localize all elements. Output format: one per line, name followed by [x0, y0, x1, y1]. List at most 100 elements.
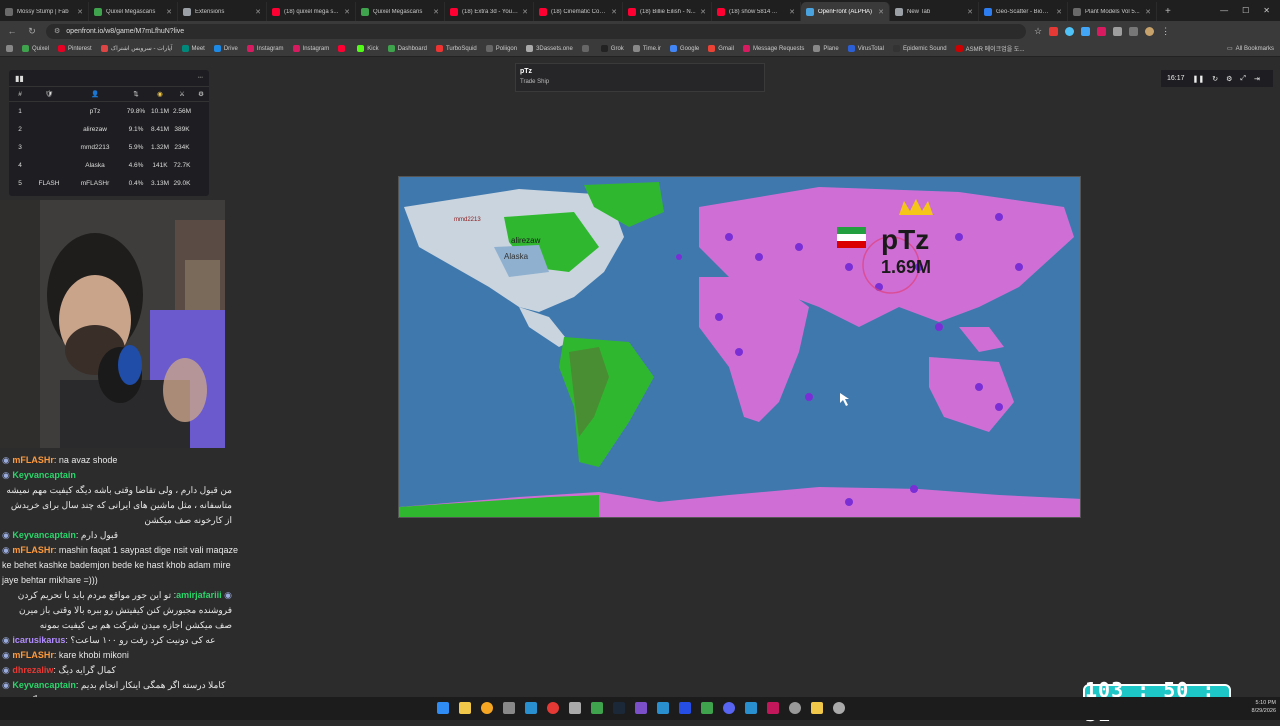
bookmark-item[interactable]: آپارات - سرویس اشتراک [100, 44, 173, 53]
leaderboard-row[interactable]: 3 mmd2213 5.9% 1.32M 234K [9, 138, 209, 156]
tab-close-icon[interactable]: ✕ [878, 8, 884, 16]
extension-icon[interactable] [1049, 26, 1059, 36]
chat-username[interactable]: mFLASHr [12, 455, 54, 465]
chat-username[interactable]: mFLASHr [12, 545, 54, 555]
taskbar-app-icon[interactable] [833, 702, 845, 714]
bookmark-item[interactable]: TurboSquid [435, 44, 477, 53]
maximize-icon[interactable]: ☐ [1242, 6, 1249, 15]
world-map[interactable]: pTz 1.69M alirezaw Alaska mmd2213 [398, 176, 1081, 518]
bookmark-item[interactable]: Quixel [22, 44, 49, 53]
bookmark-item[interactable] [581, 44, 592, 53]
tab-close-icon[interactable]: ✕ [700, 8, 706, 16]
tab-close-icon[interactable]: ✕ [166, 8, 172, 16]
search-icon[interactable] [481, 702, 493, 714]
browser-tab[interactable]: Plant Models Vol 5... ✕ [1068, 2, 1157, 21]
bookmark-item[interactable]: Plane [813, 44, 839, 53]
taskbar-app-icon[interactable] [745, 702, 757, 714]
taskbar-app-icon[interactable] [701, 702, 713, 714]
player-column-icon[interactable]: 👤 [67, 90, 123, 98]
profile-avatar[interactable] [1145, 26, 1155, 36]
bookmark-item[interactable]: Poliigon [485, 44, 517, 53]
steam-icon[interactable] [613, 702, 625, 714]
bookmark-star-icon[interactable]: ☆ [1034, 26, 1042, 37]
chat-username[interactable]: icarusikarus [12, 635, 65, 645]
browser-tab[interactable]: Extensions ✕ [178, 2, 267, 21]
chat-username[interactable]: Keyvancaptain [12, 680, 76, 690]
taskbar-app-icon[interactable] [569, 702, 581, 714]
bookmark-item[interactable]: Kick [357, 44, 379, 53]
chat-username[interactable]: amirjafariii [176, 590, 222, 600]
bookmark-item[interactable]: Grok [600, 44, 624, 53]
bookmark-item[interactable]: Epidemic Sound [892, 44, 947, 53]
browser-tab[interactable]: Geo-Scatter - Biom... ✕ [979, 2, 1068, 21]
taskbar-app-icon[interactable] [679, 702, 691, 714]
tab-close-icon[interactable]: ✕ [789, 8, 795, 16]
troops-column-icon[interactable]: ⚔ [171, 90, 193, 98]
leaderboard-row[interactable]: 2 alirezaw 9.1% 8.41M 389K [9, 120, 209, 138]
taskbar-app-icon[interactable] [657, 702, 669, 714]
browser-tab[interactable]: OpenFront (ALPHA) ✕ [801, 2, 890, 21]
chat-username[interactable]: Keyvancaptain [12, 530, 76, 540]
tab-close-icon[interactable]: ✕ [344, 8, 350, 16]
taskbar-app-icon[interactable] [811, 702, 823, 714]
extension-icon[interactable] [1065, 26, 1075, 36]
bookmark-item[interactable]: Instagram [292, 44, 329, 53]
back-icon[interactable]: ← [6, 26, 18, 36]
browser-tab[interactable]: Mossy Stump | Fab ✕ [0, 2, 89, 21]
bookmark-item[interactable]: Dashboard [387, 44, 427, 53]
browser-tab[interactable]: (18) quixel mega s... ✕ [267, 2, 356, 21]
url-input[interactable]: ⚙ openfront.io/w8/game/M7mLfhuN?live [46, 23, 1026, 39]
tab-close-icon[interactable]: ✕ [433, 8, 439, 16]
bookmark-item[interactable]: Gmail [708, 44, 734, 53]
apps-icon[interactable] [6, 45, 13, 52]
bookmark-item[interactable]: Meet [181, 44, 205, 53]
fullscreen-icon[interactable]: ⤢ [1240, 75, 1246, 83]
taskbar-app-icon[interactable] [635, 702, 647, 714]
bookmark-item[interactable]: 3Dassets.one [526, 44, 573, 53]
chat-username[interactable]: mFLASHr [12, 650, 54, 660]
chat-username[interactable]: Keyvancaptain [12, 470, 76, 480]
world-map-canvas[interactable]: pTz 1.69M alirezaw Alaska mmd2213 [399, 177, 1081, 518]
extension-icon[interactable] [1097, 26, 1107, 36]
browser-tab[interactable]: (18) show 5814 ... ✕ [712, 2, 801, 21]
browser-tab[interactable]: Quixel Megascans ✕ [89, 2, 178, 21]
all-bookmarks-button[interactable]: ▭ All Bookmarks [1227, 45, 1274, 53]
extension-icon[interactable] [1081, 26, 1091, 36]
taskbar-app-icon[interactable] [525, 702, 537, 714]
reload-icon[interactable]: ↻ [26, 26, 38, 37]
exit-icon[interactable]: ⇥ [1254, 75, 1260, 83]
file-explorer-icon[interactable] [459, 702, 471, 714]
restart-icon[interactable]: ↻ [1212, 75, 1218, 83]
extension-icon[interactable] [1113, 26, 1123, 36]
leaderboard-chart-icon[interactable]: ▮▮ [15, 74, 24, 83]
new-tab-button[interactable]: + [1157, 2, 1179, 21]
leaderboard-row[interactable]: 5 FLASH mFLASHr 0.4% 3.13M 29.0K [9, 174, 209, 192]
bookmark-item[interactable]: Message Requests [742, 44, 804, 53]
territory-column-icon[interactable]: ⇅ [123, 90, 149, 98]
rank-column-header[interactable]: # [9, 91, 31, 98]
bookmark-item[interactable] [338, 44, 348, 53]
bookmark-item[interactable]: Pinterest [58, 44, 92, 53]
bookmark-item[interactable]: Drive [213, 44, 238, 53]
settings-icon[interactable]: ⚙ [193, 90, 209, 98]
tab-close-icon[interactable]: ✕ [611, 8, 617, 16]
menu-icon[interactable]: ⋮ [1161, 26, 1170, 37]
tab-close-icon[interactable]: ✕ [967, 8, 973, 16]
bookmark-item[interactable]: ASMR 메이크업을 도... [955, 44, 1024, 53]
extensions-puzzle-icon[interactable] [1129, 26, 1139, 36]
tab-close-icon[interactable]: ✕ [255, 8, 261, 16]
taskbar-app-icon[interactable] [591, 702, 603, 714]
windows-start-icon[interactable] [437, 702, 449, 714]
leaderboard-row[interactable]: 4 Alaska 4.6% 141K 72.7K [9, 156, 209, 174]
browser-tab[interactable]: New Tab ✕ [890, 2, 979, 21]
browser-tab[interactable]: (18) Cinematic Com... ✕ [534, 2, 623, 21]
clan-column-icon[interactable]: 🛡 [31, 90, 67, 98]
bookmark-item[interactable]: Instagram [246, 44, 284, 53]
system-clock[interactable]: 5:10 PM 8/29/2026 [1236, 699, 1276, 715]
discord-icon[interactable] [723, 702, 735, 714]
bookmark-item[interactable]: Time.ir [632, 44, 661, 53]
browser-tab[interactable]: Quixel Megascans ✕ [356, 2, 445, 21]
chat-username[interactable]: dhrezaliw [12, 665, 53, 675]
bookmark-item[interactable]: VirusTotal [847, 44, 884, 53]
taskbar-app-icon[interactable] [503, 702, 515, 714]
